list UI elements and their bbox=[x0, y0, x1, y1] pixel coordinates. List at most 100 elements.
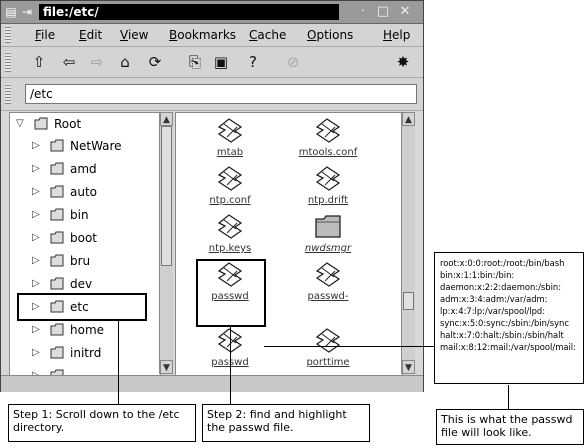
tree-scrollbar[interactable]: ▲ ▼ bbox=[159, 112, 173, 374]
maximize-button[interactable]: □ bbox=[375, 3, 391, 21]
tree-row-initrd[interactable]: ▷ initrd bbox=[10, 342, 160, 364]
menu-file[interactable]: File bbox=[35, 27, 55, 43]
document-icon bbox=[217, 118, 243, 143]
collapsed-triangle-icon[interactable]: ▷ bbox=[32, 164, 40, 174]
collapsed-triangle-icon[interactable]: ▷ bbox=[32, 141, 40, 151]
location-bar: /etc bbox=[1, 78, 423, 111]
menu-options[interactable]: Options bbox=[307, 27, 353, 43]
tree-row-amd[interactable]: ▷ amd bbox=[10, 158, 160, 180]
document-icon bbox=[315, 262, 341, 287]
collapsed-triangle-icon[interactable]: ▷ bbox=[32, 348, 40, 358]
folder-icon bbox=[50, 185, 64, 198]
file-item[interactable]: mtab bbox=[180, 115, 280, 161]
tree-row-netware[interactable]: ▷ NetWare bbox=[10, 135, 160, 157]
scroll-up-arrow-icon[interactable]: ▲ bbox=[402, 112, 415, 126]
collapsed-triangle-icon[interactable]: ▷ bbox=[32, 210, 40, 220]
menubar-grip[interactable] bbox=[5, 27, 11, 43]
stop-icon[interactable]: ⊘ bbox=[283, 52, 303, 72]
toolbar: ⇧ ⇦ ⇨ ⌂ ⟳ ⎘ ▣ ? ⊘ ✸ bbox=[1, 47, 423, 78]
menu-bar: File Edit View Bookmarks Cache Options H… bbox=[1, 24, 423, 47]
collapsed-triangle-icon[interactable]: ▷ bbox=[32, 233, 40, 243]
reload-icon[interactable]: ⟳ bbox=[145, 52, 165, 72]
document-icon bbox=[217, 166, 243, 191]
folder-icon bbox=[50, 254, 64, 267]
folder-icon bbox=[34, 117, 48, 130]
collapsed-triangle-icon[interactable]: ▷ bbox=[32, 256, 40, 266]
tree-row-home[interactable]: ▷ home bbox=[10, 319, 160, 341]
passwd-line: halt:x:7:0:halt:/sbin:/sbin/halt bbox=[440, 330, 564, 340]
tree-row-auto[interactable]: ▷ auto bbox=[10, 181, 160, 203]
app-menu-icon[interactable]: ▤ bbox=[3, 4, 19, 20]
passwd-line: root:x:0:0:root:/root:/bin/bash bbox=[440, 258, 565, 268]
scroll-up-arrow-icon[interactable]: ▲ bbox=[160, 112, 173, 126]
callout-line-step1 bbox=[118, 319, 119, 404]
menu-bookmarks[interactable]: Bookmarks bbox=[169, 27, 236, 43]
expanded-triangle-icon[interactable]: ▽ bbox=[16, 119, 24, 129]
step1-callout: Step 1: Scroll down to the /etc director… bbox=[8, 404, 196, 442]
files-scrollbar[interactable]: ▲ ▼ bbox=[401, 112, 415, 374]
help-icon[interactable]: ? bbox=[243, 52, 263, 72]
file-item[interactable]: passwd- bbox=[278, 259, 378, 305]
pin-icon[interactable]: ⇥ bbox=[19, 4, 35, 20]
menu-edit[interactable]: Edit bbox=[79, 27, 102, 43]
collapsed-triangle-icon[interactable]: ▷ bbox=[32, 279, 40, 289]
tree-scroll-thumb[interactable] bbox=[161, 126, 172, 266]
home-icon[interactable]: ⌂ bbox=[115, 52, 135, 72]
file-label: mtools.conf bbox=[298, 147, 358, 158]
tree-label-root: Root bbox=[54, 117, 82, 131]
file-item[interactable]: mtools.conf bbox=[278, 115, 378, 161]
back-arrow-icon[interactable]: ⇦ bbox=[59, 52, 79, 72]
tree-row-bru[interactable]: ▷ bru bbox=[10, 250, 160, 272]
file-label: porttime bbox=[306, 357, 350, 368]
tree-label: dev bbox=[70, 277, 93, 291]
collapsed-triangle-icon[interactable]: ▷ bbox=[32, 325, 40, 335]
file-manager-window: ▤ ⇥ file:/etc/ · □ ✕ File Edit View Book… bbox=[0, 0, 424, 392]
close-button[interactable]: ✕ bbox=[397, 3, 413, 21]
tree-label: auto bbox=[70, 185, 98, 199]
title-bar[interactable]: ▤ ⇥ file:/etc/ · □ ✕ bbox=[1, 1, 423, 24]
file-item[interactable]: ntp.drift bbox=[278, 163, 378, 209]
tree-label: home bbox=[70, 323, 105, 337]
passwd-line: mail:x:8:12:mail:/var/spool/mail: bbox=[440, 342, 576, 352]
file-item[interactable]: ntp.conf bbox=[180, 163, 280, 209]
file-label: mtab bbox=[216, 147, 244, 158]
callout-line-step2 bbox=[230, 325, 231, 404]
files-scroll-thumb[interactable] bbox=[403, 292, 414, 310]
file-item[interactable]: porttime bbox=[278, 325, 378, 371]
tree-label: boot bbox=[70, 231, 98, 245]
file-label: ntp.drift bbox=[307, 195, 349, 206]
menu-help[interactable]: Help bbox=[383, 27, 410, 43]
tree-row-dev[interactable]: ▷ dev bbox=[10, 273, 160, 295]
menu-cache[interactable]: Cache bbox=[249, 27, 286, 43]
document-icon bbox=[217, 214, 243, 239]
file-item[interactable]: nwdsmgr bbox=[278, 211, 378, 257]
passwd-highlight-box bbox=[196, 259, 266, 327]
tree-row-bin[interactable]: ▷ bin bbox=[10, 204, 160, 226]
tree-label: initrd bbox=[70, 346, 102, 360]
copy-icon[interactable]: ⎘ bbox=[185, 52, 205, 72]
passwd-preview-panel: root:x:0:0:root:/root:/bin/bash bin:x:1:… bbox=[434, 252, 584, 384]
menu-view[interactable]: View bbox=[120, 27, 148, 43]
location-input[interactable]: /etc bbox=[25, 84, 417, 104]
scroll-down-arrow-icon[interactable]: ▼ bbox=[402, 360, 415, 374]
file-label: nwdsmgr bbox=[304, 243, 352, 254]
paste-icon[interactable]: ▣ bbox=[211, 52, 231, 72]
locationbar-grip[interactable] bbox=[5, 84, 11, 104]
status-bar bbox=[1, 375, 423, 392]
minimize-button[interactable]: · bbox=[355, 3, 371, 21]
toolbar-grip[interactable] bbox=[5, 52, 11, 72]
up-arrow-icon[interactable]: ⇧ bbox=[29, 52, 49, 72]
tree-row-root[interactable]: ▽ Root bbox=[10, 113, 160, 135]
document-icon bbox=[315, 166, 341, 191]
tree-row-boot[interactable]: ▷ boot bbox=[10, 227, 160, 249]
step3-callout: This is what the passwd file will look l… bbox=[436, 409, 584, 445]
file-icon-view: mtab mtools.conf ntp.conf ntp.drift ntp.… bbox=[175, 112, 403, 376]
tree-label: NetWare bbox=[70, 139, 122, 153]
scroll-down-arrow-icon[interactable]: ▼ bbox=[160, 360, 173, 374]
file-item[interactable]: ntp.keys bbox=[180, 211, 280, 257]
document-icon bbox=[315, 328, 341, 353]
callout-line-preview bbox=[264, 346, 434, 347]
forward-arrow-icon[interactable]: ⇨ bbox=[87, 52, 107, 72]
folder-icon bbox=[50, 231, 64, 244]
collapsed-triangle-icon[interactable]: ▷ bbox=[32, 187, 40, 197]
